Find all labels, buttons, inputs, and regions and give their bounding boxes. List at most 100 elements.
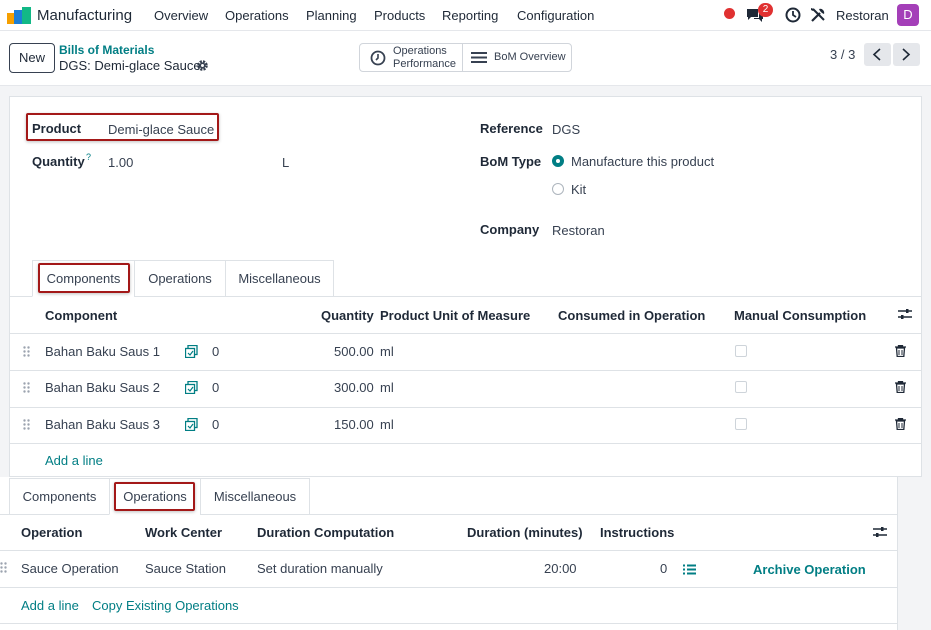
tab-components[interactable]: Components [9, 478, 110, 515]
component-uom[interactable]: ml [380, 417, 394, 432]
menu-reporting[interactable]: Reporting [442, 8, 498, 23]
tab-operations[interactable]: Operations [134, 260, 226, 297]
table-row[interactable]: Bahan Baku Saus 2 0 300.00 ml [10, 371, 921, 407]
drag-handle-icon[interactable] [0, 562, 7, 573]
gear-icon[interactable] [196, 59, 209, 72]
col-manual-consumption[interactable]: Manual Consumption [734, 308, 866, 323]
col-quantity[interactable]: Quantity [321, 308, 374, 323]
drag-handle-icon[interactable] [23, 346, 30, 357]
clock-icon [370, 50, 386, 66]
forecast-value: 0 [212, 344, 220, 359]
col-component[interactable]: Component [45, 308, 117, 323]
chevron-right-icon [902, 48, 911, 61]
menu-overview[interactable]: Overview [154, 8, 208, 23]
quantity-help-tooltip[interactable]: ? [86, 152, 91, 162]
operation-work-center[interactable]: Sauce Station [145, 561, 226, 576]
new-button[interactable]: New [9, 43, 55, 73]
pager-value[interactable]: 3 / 3 [830, 47, 855, 62]
company-switcher[interactable]: Restoran [836, 8, 889, 23]
table-row[interactable]: Bahan Baku Saus 1 0 500.00 ml [10, 334, 921, 370]
bars-icon [471, 52, 487, 63]
operations-tab-highlight-box [114, 482, 195, 511]
component-quantity[interactable]: 150.00 [334, 417, 374, 432]
forecast-value: 0 [212, 380, 220, 395]
component-quantity[interactable]: 300.00 [334, 380, 374, 395]
operation-name[interactable]: Sauce Operation [21, 561, 119, 576]
product-field[interactable]: Demi-glace Sauce [108, 122, 214, 137]
quantity-field[interactable]: 1.00 [108, 155, 133, 170]
menu-operations[interactable]: Operations [225, 8, 289, 23]
bom-type-manufacture-label[interactable]: Manufacture this product [571, 154, 714, 169]
recording-dot-icon[interactable] [724, 8, 735, 19]
menu-planning[interactable]: Planning [306, 8, 357, 23]
bottom-divider [0, 623, 898, 624]
list-icon[interactable] [683, 564, 696, 575]
bom-type-kit-radio[interactable] [552, 183, 564, 195]
component-uom[interactable]: ml [380, 344, 394, 359]
col-duration-minutes[interactable]: Duration (minutes) [467, 525, 583, 540]
row-divider [0, 587, 898, 588]
operations-performance-label: Operations Performance [393, 45, 456, 70]
forecast-report-icon[interactable] [185, 345, 198, 358]
component-uom[interactable]: ml [380, 380, 394, 395]
col-instructions[interactable]: Instructions [600, 525, 674, 540]
col-consumed-in-operation[interactable]: Consumed in Operation [558, 308, 705, 323]
tab-miscellaneous[interactable]: Miscellaneous [225, 260, 334, 297]
user-avatar[interactable]: D [897, 4, 919, 26]
bom-type-manufacture-radio[interactable] [552, 155, 564, 167]
component-name[interactable]: Bahan Baku Saus 2 [45, 380, 160, 395]
component-name[interactable]: Bahan Baku Saus 3 [45, 417, 160, 432]
trash-icon[interactable] [895, 418, 906, 430]
quantity-uom-field[interactable]: L [282, 155, 289, 170]
operations-panel: Components Operations Miscellaneous Oper… [0, 477, 898, 630]
operation-duration-computation[interactable]: Set duration manually [257, 561, 383, 576]
pager-previous-button[interactable] [864, 43, 891, 66]
activity-clock-icon[interactable] [785, 7, 801, 23]
drag-handle-icon[interactable] [23, 382, 30, 393]
reference-label: Reference [480, 121, 543, 136]
forecast-value: 0 [212, 417, 220, 432]
manual-consumption-checkbox[interactable] [735, 345, 747, 357]
forecast-report-icon[interactable] [185, 381, 198, 394]
components-tab-highlight-box [38, 263, 130, 293]
col-operation[interactable]: Operation [21, 525, 82, 540]
debug-tools-icon[interactable] [810, 7, 826, 23]
copy-existing-operations-link[interactable]: Copy Existing Operations [92, 598, 239, 613]
bom-overview-button[interactable]: BoM Overview [463, 44, 571, 71]
table-row[interactable]: Bahan Baku Saus 3 0 150.00 ml [10, 408, 921, 444]
col-uom[interactable]: Product Unit of Measure [380, 308, 530, 323]
optional-columns-icon[interactable] [898, 308, 912, 320]
smart-buttons: Operations Performance BoM Overview [359, 43, 572, 72]
menu-products[interactable]: Products [374, 8, 425, 23]
add-component-line-link[interactable]: Add a line [45, 453, 103, 468]
add-operation-line-link[interactable]: Add a line [21, 598, 79, 613]
company-field[interactable]: Restoran [552, 223, 605, 238]
chevron-left-icon [872, 48, 881, 61]
optional-columns-icon[interactable] [873, 526, 887, 538]
bom-overview-label: BoM Overview [494, 51, 566, 63]
col-work-center[interactable]: Work Center [145, 525, 222, 540]
tab-miscellaneous[interactable]: Miscellaneous [200, 478, 310, 515]
component-name[interactable]: Bahan Baku Saus 1 [45, 344, 160, 359]
manufacturing-app-icon[interactable] [7, 7, 31, 24]
pager-next-button[interactable] [893, 43, 920, 66]
manual-consumption-checkbox[interactable] [735, 381, 747, 393]
breadcrumb-parent[interactable]: Bills of Materials [59, 43, 154, 57]
manual-consumption-checkbox[interactable] [735, 418, 747, 430]
menu-configuration[interactable]: Configuration [517, 8, 594, 23]
forecast-report-icon[interactable] [185, 418, 198, 431]
table-row[interactable]: Sauce Operation Sauce Station Set durati… [0, 551, 898, 587]
trash-icon[interactable] [895, 345, 906, 357]
trash-icon[interactable] [895, 381, 906, 393]
col-duration-computation[interactable]: Duration Computation [257, 525, 394, 540]
bom-type-label: BoM Type [480, 154, 542, 169]
component-quantity[interactable]: 500.00 [334, 344, 374, 359]
row-divider [10, 443, 921, 444]
app-name[interactable]: Manufacturing [37, 7, 132, 24]
archive-operation-button[interactable]: Archive Operation [753, 562, 866, 577]
operations-performance-button[interactable]: Operations Performance [360, 44, 462, 71]
drag-handle-icon[interactable] [23, 419, 30, 430]
operation-duration[interactable]: 20:00 [544, 561, 577, 576]
bom-type-kit-label[interactable]: Kit [571, 182, 586, 197]
reference-field[interactable]: DGS [552, 122, 580, 137]
